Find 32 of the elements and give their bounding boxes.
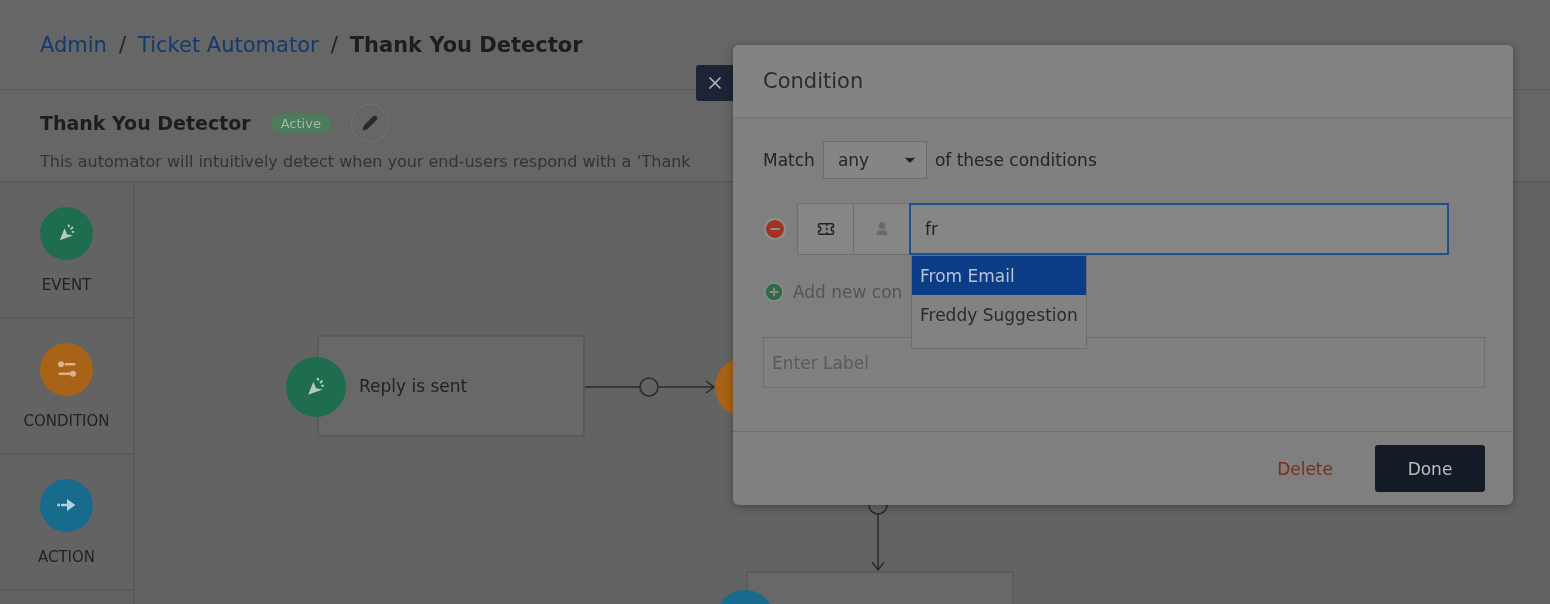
suggestion-item[interactable]: From Email	[912, 256, 1086, 295]
dialog-title: Condition	[733, 45, 1513, 118]
flow-node[interactable]: Reply is sent	[317, 335, 585, 437]
delete-button[interactable]: Delete	[1277, 445, 1333, 492]
condition-input[interactable]: fr	[909, 203, 1449, 255]
breadcrumb-link[interactable]: Admin	[40, 32, 107, 57]
ticket-field-button[interactable]	[797, 203, 853, 255]
palette-item[interactable]: CONDITION	[0, 319, 133, 455]
close-button[interactable]	[696, 65, 733, 101]
breadcrumb-separator: /	[330, 32, 338, 57]
palette-label: EVENT	[41, 275, 92, 294]
suggestion-item[interactable]: Freddy Suggestion	[912, 295, 1086, 334]
done-button[interactable]: Done	[1375, 445, 1485, 492]
palette-label: CONDITION	[23, 411, 110, 430]
node-label: Reply is sent	[359, 376, 468, 396]
palette-label: ACTION	[37, 547, 96, 566]
breadcrumb-link[interactable]: Ticket Automator	[138, 32, 319, 57]
add-icon	[763, 281, 785, 303]
palette-item[interactable]: ACTION	[0, 455, 133, 591]
match-label: Match	[763, 150, 815, 170]
automator-title: Thank You Detector	[40, 112, 251, 134]
contact-field-button[interactable]	[853, 203, 909, 255]
status-badge: Active	[270, 113, 331, 133]
palette-item[interactable]: EVENT	[0, 183, 133, 319]
pencil-icon	[361, 115, 378, 131]
page-title: Thank You Detector	[349, 32, 583, 57]
breadcrumb-separator: /	[118, 32, 126, 57]
remove-icon[interactable]	[763, 217, 787, 241]
connector-handle[interactable]	[639, 377, 659, 397]
match-suffix: of these conditions	[934, 150, 1097, 170]
ticket-icon	[816, 220, 835, 238]
match-select[interactable]: any	[822, 141, 927, 179]
